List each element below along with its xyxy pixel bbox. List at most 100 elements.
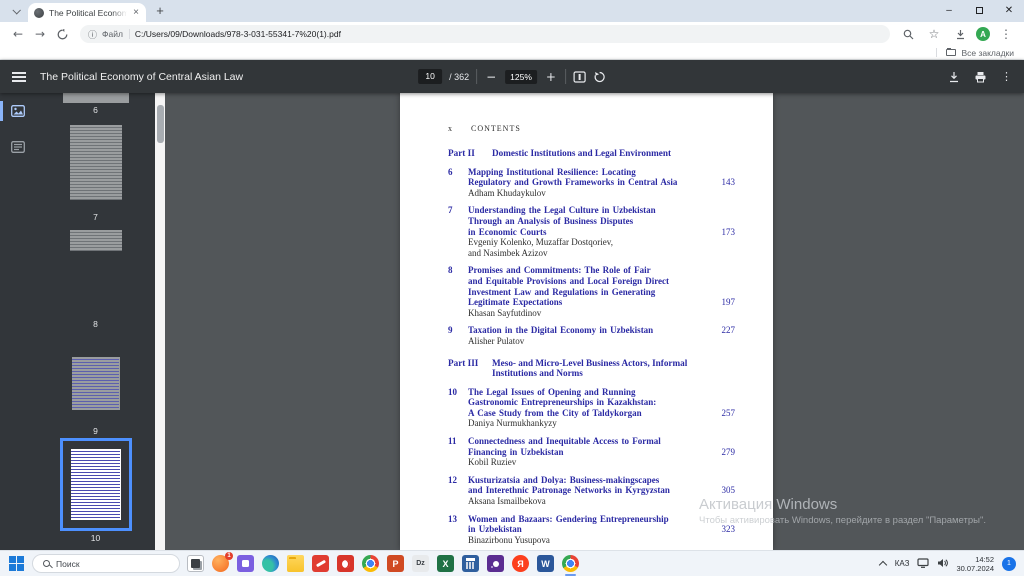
browser-tab[interactable]: The Political Economy of Centr × bbox=[28, 3, 146, 22]
entry-title: Taxation in the Digital Economy in Uzbek… bbox=[468, 325, 703, 336]
back-button[interactable]: ← bbox=[8, 24, 28, 44]
entry-authors: Alisher Pulatov bbox=[468, 336, 524, 346]
toc-entry[interactable]: 8 Promises and Commitments: The Role of … bbox=[448, 265, 735, 318]
entry-title: Connectedness and Inequitable Access to … bbox=[468, 436, 703, 457]
toc-entry[interactable]: 12 Kusturizatsia and Dolya: Business-mak… bbox=[448, 475, 735, 507]
powerpoint-icon[interactable]: P bbox=[387, 555, 404, 572]
zoom-out-button[interactable]: − bbox=[484, 70, 498, 84]
word-icon[interactable]: W bbox=[537, 555, 554, 572]
entry-number: 10 bbox=[448, 387, 468, 429]
entry-title: Promises and Commitments: The Role of Fa… bbox=[468, 265, 703, 307]
browser-menu-kebab-icon[interactable]: ⋮ bbox=[996, 24, 1016, 44]
zoom-page-icon[interactable] bbox=[898, 24, 918, 44]
dzen-app-icon[interactable]: Dz bbox=[412, 555, 429, 572]
chrome-pdf-window-icon[interactable] bbox=[562, 555, 579, 572]
chat-icon[interactable] bbox=[237, 555, 254, 572]
tab-title: The Political Economy of Centr bbox=[49, 8, 127, 18]
new-tab-button[interactable]: + bbox=[152, 3, 168, 19]
entry-authors: Aksana Ismailbekova bbox=[468, 496, 546, 506]
pdf-toolbar: The Political Economy of Central Asian L… bbox=[0, 60, 1024, 93]
document-outline-icon bbox=[11, 141, 25, 153]
thumbnail-label: 9 bbox=[93, 424, 98, 438]
keyboard-language-indicator[interactable]: КАЗ bbox=[895, 559, 910, 568]
entry-number: 11 bbox=[448, 436, 468, 468]
downloads-icon[interactable] bbox=[950, 24, 970, 44]
pdf-download-button[interactable] bbox=[948, 71, 960, 83]
thumbnail-page-6[interactable] bbox=[63, 93, 129, 103]
toc-entry[interactable]: 13 Women and Bazaars: Gendering Entrepre… bbox=[448, 514, 735, 546]
entry-title: Mapping Institutional Resilience: Locati… bbox=[468, 167, 703, 188]
comet-app-icon[interactable] bbox=[487, 555, 504, 572]
sidebar-scrollbar[interactable] bbox=[155, 93, 165, 550]
toc-entry[interactable]: 6 Mapping Institutional Resilience: Loca… bbox=[448, 167, 735, 199]
yandex-browser-icon[interactable]: Я bbox=[512, 555, 529, 572]
restore-button[interactable] bbox=[964, 0, 994, 20]
forward-button[interactable]: → bbox=[30, 24, 50, 44]
tab-close-icon[interactable]: × bbox=[132, 8, 140, 18]
fit-page-button[interactable] bbox=[573, 71, 586, 83]
entry-page-number: 257 bbox=[703, 408, 735, 419]
pdf-document-area: x CONTENTS Part II Domestic Institutions… bbox=[165, 93, 1024, 550]
url-text[interactable]: C:/Users/09/Downloads/978-3-031-55341-7%… bbox=[135, 29, 341, 39]
search-placeholder: Поиск bbox=[56, 559, 80, 569]
excel-icon[interactable]: X bbox=[437, 555, 454, 572]
page-number-input[interactable]: 10 bbox=[418, 69, 442, 84]
pdf-menu-kebab-icon[interactable]: ⋮ bbox=[1001, 70, 1012, 83]
red-round-app-icon[interactable] bbox=[337, 555, 354, 572]
notification-center-badge[interactable]: 1 bbox=[1002, 557, 1016, 571]
thumbnails-view-button[interactable] bbox=[0, 101, 36, 121]
entry-page-number: 227 bbox=[703, 325, 735, 336]
toc-entry[interactable]: 11 Connectedness and Inequitable Access … bbox=[448, 436, 735, 468]
thumbnail-page-8[interactable] bbox=[63, 224, 129, 317]
tab-search-chevron-icon[interactable] bbox=[8, 3, 24, 19]
calculator-icon[interactable] bbox=[462, 555, 479, 572]
rotate-button[interactable] bbox=[593, 71, 606, 83]
entry-title: Women and Bazaars: Gendering Entrepreneu… bbox=[468, 514, 703, 535]
outline-view-button[interactable] bbox=[0, 137, 36, 157]
thumbnail-page-10-selected[interactable] bbox=[60, 438, 132, 531]
toc-entry[interactable]: 10 The Legal Issues of Opening and Runni… bbox=[448, 387, 735, 429]
zoom-level-badge[interactable]: 125% bbox=[505, 70, 537, 84]
task-view-icon[interactable] bbox=[187, 555, 204, 572]
entry-page-number: 173 bbox=[703, 227, 735, 238]
pdf-print-button[interactable] bbox=[974, 71, 987, 83]
people-icon[interactable]: 1 bbox=[212, 555, 229, 572]
info-icon[interactable]: ⓘ bbox=[88, 28, 97, 41]
chevron-down-icon bbox=[12, 6, 20, 14]
pdf-page: x CONTENTS Part II Domestic Institutions… bbox=[400, 93, 773, 550]
tray-overflow-chevron-icon[interactable] bbox=[879, 560, 887, 568]
scrollbar-thumb[interactable] bbox=[157, 105, 164, 143]
pdf-menu-hamburger-icon[interactable] bbox=[12, 72, 26, 82]
contents-header: CONTENTS bbox=[471, 124, 521, 133]
thumbnail-label: 10 bbox=[91, 531, 100, 545]
minimize-button[interactable]: – bbox=[934, 0, 964, 20]
entry-number: 13 bbox=[448, 514, 468, 546]
all-bookmarks-button[interactable]: Все закладки bbox=[961, 48, 1014, 58]
restore-icon bbox=[976, 7, 983, 14]
volume-icon[interactable] bbox=[937, 555, 948, 573]
start-button-windows-icon[interactable] bbox=[8, 555, 25, 572]
edge-browser-icon[interactable] bbox=[262, 555, 279, 572]
chrome-browser-icon[interactable] bbox=[362, 555, 379, 572]
thumbnails-icon bbox=[11, 105, 25, 117]
entry-authors: Khasan Sayfutdinov bbox=[468, 308, 541, 318]
download-icon bbox=[948, 71, 960, 83]
clock[interactable]: 14:52 30.07.2024 bbox=[956, 555, 994, 573]
fit-page-icon bbox=[573, 71, 586, 83]
network-display-icon[interactable] bbox=[917, 555, 929, 573]
taskbar-search-box[interactable]: Поиск bbox=[32, 554, 180, 573]
toc-entry[interactable]: 9 Taxation in the Digital Economy in Uzb… bbox=[448, 325, 735, 346]
folio-number: x bbox=[448, 124, 453, 133]
file-explorer-icon[interactable] bbox=[287, 555, 304, 572]
thumbnail-page-9[interactable] bbox=[63, 331, 129, 424]
bookmark-star-icon[interactable]: ☆ bbox=[924, 24, 944, 44]
entry-title: The Legal Issues of Opening and Running … bbox=[468, 387, 703, 419]
thumbnail-page-7[interactable] bbox=[63, 117, 129, 210]
media-red-app-icon[interactable] bbox=[312, 555, 329, 572]
reload-button[interactable] bbox=[52, 24, 72, 44]
profile-avatar[interactable]: A bbox=[976, 27, 990, 41]
close-button[interactable]: ✕ bbox=[994, 0, 1024, 20]
address-bar[interactable]: ⓘ Файл C:/Users/09/Downloads/978-3-031-5… bbox=[80, 25, 890, 43]
toc-entry[interactable]: 7 Understanding the Legal Culture in Uzb… bbox=[448, 205, 735, 258]
zoom-in-button[interactable]: + bbox=[544, 70, 558, 84]
